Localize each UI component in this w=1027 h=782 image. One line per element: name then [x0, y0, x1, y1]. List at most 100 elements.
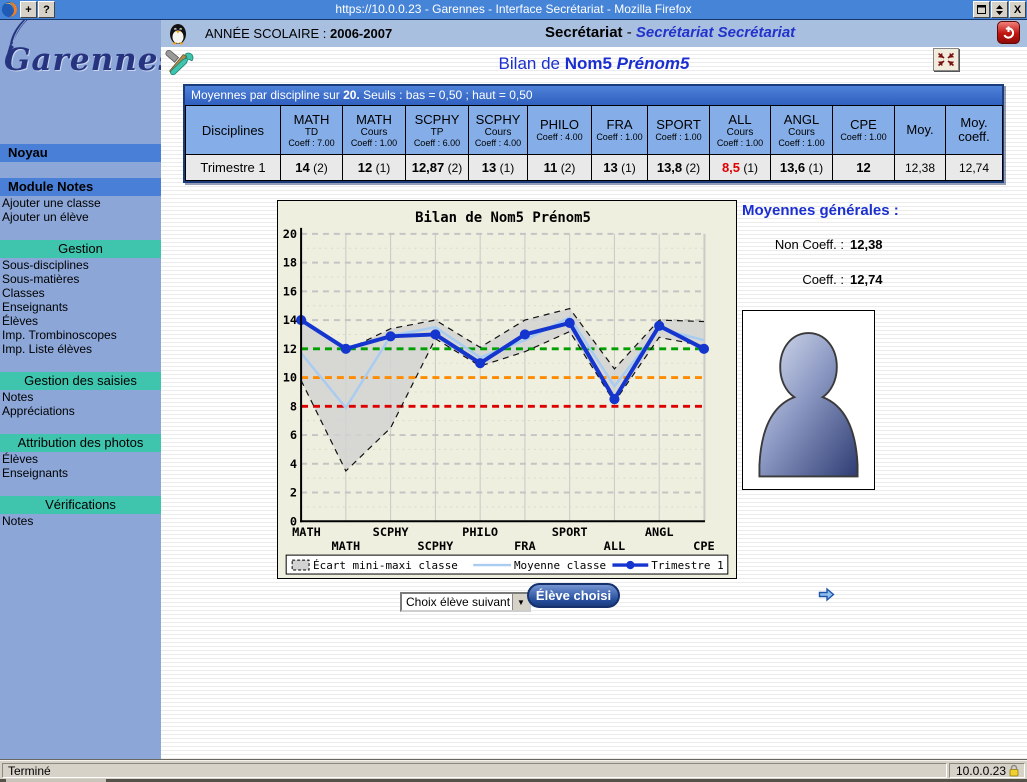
sidebar-item[interactable]: Ajouter un élève	[0, 210, 161, 224]
status-text: Terminé	[2, 763, 947, 778]
grade-cell: 13,6 (1)	[771, 155, 833, 181]
svg-text:MATH: MATH	[331, 539, 360, 553]
close-icon[interactable]: X	[1009, 1, 1026, 18]
grade-cell: 12	[833, 155, 895, 181]
general-averages-heading: Moyennes générales :	[742, 202, 899, 219]
grade-cell: 14 (2)	[281, 155, 343, 181]
sidebar: Garennes Noyau Module NotesAjouter une cl…	[0, 20, 161, 760]
sidebar-item[interactable]: Enseignants	[0, 300, 161, 314]
sidebar-section-header: Gestion	[0, 240, 161, 258]
sidebar-item[interactable]: Notes	[0, 390, 161, 404]
top-strip: ANNÉE SCOLAIRE : 2006-2007 Secrétariat -…	[161, 20, 1027, 47]
grades-table-panel: Moyennes par discipline sur 20. Seuils :…	[183, 84, 1004, 183]
sidebar-item[interactable]: Appréciations	[0, 404, 161, 418]
svg-text:10: 10	[283, 371, 297, 385]
logout-power-button[interactable]	[997, 21, 1020, 44]
session-role: Secrétariat	[545, 24, 623, 41]
status-bar: Terminé 10.0.0.23	[0, 760, 1027, 782]
grades-chart: Bilan de Nom5 Prénom502468101214161820MA…	[277, 200, 737, 579]
column-header: SPORTCoeff : 1.00	[648, 106, 710, 155]
svg-text:MATH: MATH	[292, 525, 321, 539]
column-header: ALLCoursCoeff : 1.00	[710, 106, 771, 155]
svg-text:ALL: ALL	[604, 539, 626, 553]
tux-penguin-icon	[168, 22, 188, 50]
svg-text:6: 6	[290, 428, 297, 442]
svg-text:16: 16	[283, 284, 297, 298]
grade-cell: 11 (2)	[528, 155, 592, 181]
svg-text:SPORT: SPORT	[552, 525, 588, 539]
svg-text:8: 8	[290, 399, 297, 413]
general-averages: Non Coeff. :12,38Coeff. :12,74	[749, 237, 939, 287]
student-select[interactable]: Choix élève suivant ▼	[400, 592, 531, 612]
main-content: Bilan de Nom5 Prénom5 Moyennes par disci…	[161, 47, 1027, 760]
sidebar-section-header: Module Notes	[0, 178, 161, 196]
column-header: PHILOCoeff : 4.00	[528, 106, 592, 155]
svg-text:14: 14	[283, 313, 297, 327]
sidebar-section-header: Noyau	[0, 144, 161, 162]
grade-cell: 12,87 (2)	[406, 155, 469, 181]
sidebar-item[interactable]: Élèves	[0, 452, 161, 466]
grade-cell: 12,38	[895, 155, 946, 181]
disciplines-header: Disciplines	[186, 106, 281, 155]
shade-button[interactable]	[991, 1, 1008, 18]
svg-text:CPE: CPE	[693, 539, 715, 553]
svg-text:4: 4	[290, 457, 297, 471]
svg-text:Écart mini-maxi classe: Écart mini-maxi classe	[313, 559, 458, 572]
sidebar-item[interactable]: Notes	[0, 514, 161, 528]
sidebar-section-header: Vérifications	[0, 496, 161, 514]
avatar	[750, 317, 867, 483]
toolbar-help-button[interactable]: ?	[38, 1, 55, 18]
grade-cell: 13 (1)	[592, 155, 648, 181]
browser-window: + ? https://10.0.0.23 - Garennes - Inter…	[0, 0, 1027, 782]
grade-cell: 8,5 (1)	[710, 155, 771, 181]
column-header: SCPHYTPCoeff : 6.00	[406, 106, 469, 155]
school-year-value: 2006-2007	[330, 26, 392, 41]
average-value: 12,74	[850, 272, 939, 287]
column-header: FRACoeff : 1.00	[592, 106, 648, 155]
grade-cell: 13 (1)	[469, 155, 528, 181]
svg-text:PHILO: PHILO	[462, 525, 498, 539]
expand-icon[interactable]	[933, 48, 959, 71]
sidebar-item[interactable]: Enseignants	[0, 466, 161, 480]
grades-table-title: Moyennes par discipline sur 20. Seuils :…	[185, 86, 1002, 105]
average-label: Non Coeff. :	[749, 237, 844, 252]
sidebar-item[interactable]: Imp. Liste élèves	[0, 342, 161, 356]
grades-table: DisciplinesMATHTDCoeff : 7.00MATHCoursCo…	[185, 105, 1003, 181]
student-lastname: Nom5	[565, 54, 612, 73]
page-title: Bilan de Nom5 Prénom5	[161, 54, 1027, 74]
sidebar-item[interactable]: Élèves	[0, 314, 161, 328]
app-logo: Garennes	[0, 20, 161, 86]
toolbar-plus-button[interactable]: +	[20, 1, 37, 18]
student-photo-frame	[742, 310, 875, 490]
column-header: Moy.	[895, 106, 946, 155]
sidebar-item[interactable]: Imp. Trombinoscopes	[0, 328, 161, 342]
eleve-choisi-button[interactable]: Élève choisi	[527, 583, 620, 608]
svg-text:18: 18	[283, 256, 297, 270]
sidebar-item[interactable]: Ajouter une classe	[0, 196, 161, 210]
student-firstname: Prénom5	[612, 54, 689, 73]
svg-text:SCPHY: SCPHY	[417, 539, 454, 553]
column-header: MATHTDCoeff : 7.00	[281, 106, 343, 155]
sidebar-item[interactable]: Classes	[0, 286, 161, 300]
firefox-icon	[1, 1, 18, 18]
row-label: Trimestre 1	[186, 155, 281, 181]
column-header: ANGLCoursCoeff : 1.00	[771, 106, 833, 155]
status-host: 10.0.0.23	[949, 763, 1025, 778]
column-header: SCPHYCoursCoeff : 4.00	[469, 106, 528, 155]
column-header: MATHCoursCoeff : 1.00	[343, 106, 406, 155]
sidebar-item[interactable]: Sous-matières	[0, 272, 161, 286]
svg-text:12: 12	[283, 342, 297, 356]
svg-text:SCPHY: SCPHY	[373, 525, 410, 539]
sidebar-item[interactable]: Sous-disciplines	[0, 258, 161, 272]
grade-cell: 12 (1)	[343, 155, 406, 181]
svg-text:FRA: FRA	[514, 539, 536, 553]
average-label: Coeff. :	[749, 272, 844, 287]
grade-cell: 13,8 (2)	[648, 155, 710, 181]
maximize-button[interactable]	[973, 1, 990, 18]
svg-text:ANGL: ANGL	[645, 525, 674, 539]
window-titlebar: + ? https://10.0.0.23 - Garennes - Inter…	[0, 0, 1027, 20]
chart-panel: Bilan de Nom5 Prénom502468101214161820MA…	[277, 200, 739, 581]
next-student-arrow-icon[interactable]	[818, 587, 835, 607]
window-title: https://10.0.0.23 - Garennes - Interface…	[0, 0, 1027, 19]
column-header: Moy. coeff.	[946, 106, 1003, 155]
